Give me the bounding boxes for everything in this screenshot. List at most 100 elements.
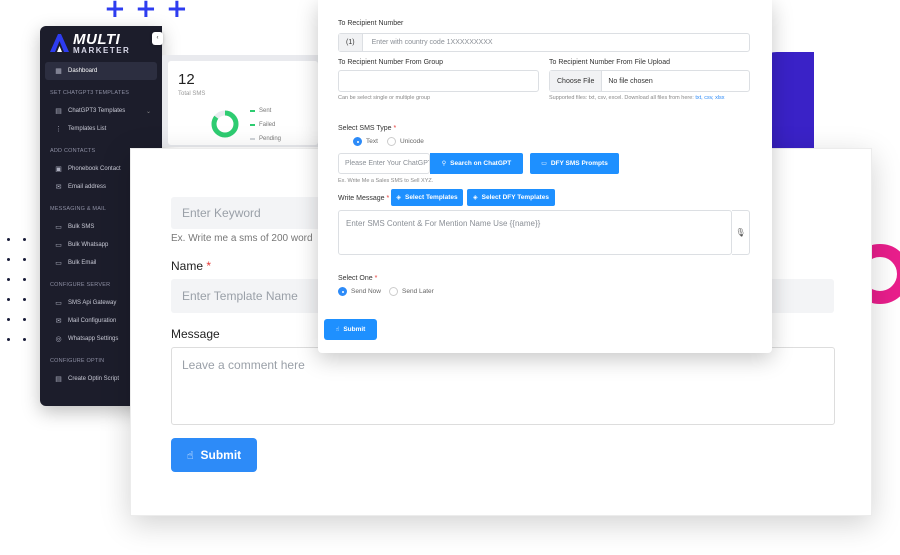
sms-icon: ▭ xyxy=(55,222,62,231)
sms-type-unicode-radio[interactable]: Unicode xyxy=(387,137,424,146)
required-mark: * xyxy=(206,259,212,273)
list-icon: ⋮ xyxy=(55,124,62,133)
country-code-prefix: (1) xyxy=(339,34,363,51)
select-one-label: Select One * xyxy=(338,275,377,282)
sidebar-item-templates-list[interactable]: ⋮ Templates List xyxy=(45,120,157,138)
decor-dot xyxy=(23,238,26,241)
no-file-text: No file chosen xyxy=(608,77,653,85)
send-later-radio[interactable]: Send Later xyxy=(389,287,434,296)
send-now-radio[interactable]: Send Now xyxy=(338,287,381,296)
total-sms-card: 12 Total SMS Sent Failed Pending xyxy=(168,61,318,145)
sidebar-item-label: Phonebook Contact xyxy=(68,166,121,172)
name-label: Name * xyxy=(171,259,211,273)
phonebook-icon: ▣ xyxy=(55,164,62,173)
sidebar-item-chatgpt3-templates[interactable]: ▤ ChatGPT3 Templates ⌄ xyxy=(45,102,157,120)
download-sample-links[interactable]: txt, csv, xlsx xyxy=(695,95,724,101)
sms-content-textarea[interactable]: Enter SMS Content & For Mention Name Use… xyxy=(338,210,732,255)
sidebar-item-dashboard[interactable]: ▦ Dashboard xyxy=(45,62,157,80)
group-select[interactable] xyxy=(338,70,539,92)
decor-dot xyxy=(7,258,10,261)
file-help-prefix: Supported files: txt, csv, excel. Downlo… xyxy=(549,95,694,101)
button-label: Select DFY Templates xyxy=(481,194,549,201)
select-dfy-templates-button[interactable]: ◈ Select DFY Templates xyxy=(467,189,555,206)
required-mark: * xyxy=(374,275,378,282)
script-icon: ▤ xyxy=(55,374,62,383)
recipient-number-field[interactable]: (1) Enter with country code 1XXXXXXXXX xyxy=(338,33,750,52)
file-upload-label: To Recipient Number From File Upload xyxy=(549,59,670,66)
name-label-text: Name xyxy=(171,259,204,273)
dashboard-icon: ▦ xyxy=(55,66,62,75)
total-sms-value: 12 xyxy=(178,71,195,88)
radio-checked-icon xyxy=(353,137,362,146)
radio-unchecked-icon xyxy=(387,137,396,146)
sidebar-item-label: Whatsapp Settings xyxy=(68,336,119,342)
keyword-input[interactable]: Enter Keyword xyxy=(171,197,331,229)
legend-label: Pending xyxy=(259,136,282,142)
legend-label: Failed xyxy=(259,122,276,128)
sms-type-text-radio[interactable]: Text xyxy=(353,137,378,146)
hero-mockup-stage: + + + MULTI MARKETER ▦ Dashboard SET CHA… xyxy=(0,0,900,555)
message-textarea[interactable]: Leave a comment here xyxy=(171,347,835,425)
chatgpt-help-text: Ex. Write Me a Sales SMS to Sell XYZ. xyxy=(338,178,434,184)
microphone-icon: 🎙 xyxy=(735,228,746,237)
template-submit-button[interactable]: ☝ Submit xyxy=(171,438,257,472)
logo: MULTI MARKETER xyxy=(40,26,162,60)
voice-input-button[interactable]: 🎙 xyxy=(732,210,750,255)
sms-status-donut xyxy=(211,110,239,138)
logo-mark-icon xyxy=(50,34,69,52)
radio-label: Unicode xyxy=(400,138,424,145)
decor-dot xyxy=(23,278,26,281)
select-one-label-text: Select One xyxy=(338,275,373,282)
legend-swatch xyxy=(250,124,255,126)
chatgpt-prompt-input[interactable]: Please Enter Your ChatGPT xyxy=(338,153,430,174)
sidebar-item-label: Mail Configuration xyxy=(68,318,117,324)
group-help-text: Can be select single or multiple group xyxy=(338,95,431,101)
decor-dot xyxy=(7,238,10,241)
sidebar-item-label: Dashboard xyxy=(68,68,98,74)
choose-file-button[interactable]: Choose File xyxy=(550,71,603,91)
search-icon: ⚲ xyxy=(441,160,447,167)
decor-dot xyxy=(7,318,10,321)
write-message-label: Write Message * xyxy=(338,195,389,202)
write-message-label-text: Write Message xyxy=(338,195,385,202)
required-mark: * xyxy=(386,195,390,202)
button-label: Submit xyxy=(343,326,366,333)
sidebar-item-label: ChatGPT3 Templates xyxy=(68,108,126,114)
sms-type-label-text: Select SMS Type xyxy=(338,125,392,132)
message-label: Message xyxy=(171,327,220,341)
file-upload-input[interactable]: Choose File No file chosen xyxy=(549,70,750,92)
sidebar-section-title: SET CHATGPT3 TEMPLATES xyxy=(50,90,130,96)
whatsapp-icon: ▭ xyxy=(55,240,62,249)
radio-checked-icon xyxy=(338,287,347,296)
decor-dot xyxy=(23,258,26,261)
radio-unchecked-icon xyxy=(389,287,398,296)
gateway-icon: ▭ xyxy=(55,298,62,307)
sidebar-item-label: Templates List xyxy=(68,126,107,132)
search-chatgpt-button[interactable]: ⚲ Search on ChatGPT xyxy=(430,153,523,174)
dfy-sms-prompts-button[interactable]: ▭ DFY SMS Prompts xyxy=(530,153,619,174)
templates-icon: ◈ xyxy=(473,194,478,201)
stats-panel: 12 Total SMS Sent Failed Pending xyxy=(162,55,322,147)
whatsapp-settings-icon: ◎ xyxy=(55,334,62,343)
decor-plus-icon: + xyxy=(166,0,188,24)
decor-dot xyxy=(23,338,26,341)
sms-submit-button[interactable]: ☝ Submit xyxy=(324,319,377,340)
radio-label: Send Now xyxy=(351,288,381,295)
templates-icon: ◈ xyxy=(396,194,401,201)
button-label: Select Templates xyxy=(404,194,458,201)
decor-dot xyxy=(7,278,10,281)
recipient-number-label: To Recipient Number xyxy=(338,20,404,27)
legend-failed: Failed xyxy=(250,122,275,128)
decor-dot xyxy=(23,298,26,301)
keyword-help-text: Ex. Write me a sms of 200 word xyxy=(171,233,313,244)
legend-label: Sent xyxy=(259,108,272,114)
bulk-sms-form-window: To Recipient Number (1) Enter with count… xyxy=(318,0,772,353)
mail-config-icon: ✉ xyxy=(55,316,62,325)
button-label: DFY SMS Prompts xyxy=(550,160,608,167)
sidebar-item-label: Create Optin Script xyxy=(68,376,120,382)
select-templates-button[interactable]: ◈ Select Templates xyxy=(391,189,463,206)
decor-dot xyxy=(7,298,10,301)
sidebar-collapse-button[interactable]: ‹ xyxy=(152,32,163,45)
sidebar-item-label: Email address xyxy=(68,184,107,190)
legend-sent: Sent xyxy=(250,108,271,114)
